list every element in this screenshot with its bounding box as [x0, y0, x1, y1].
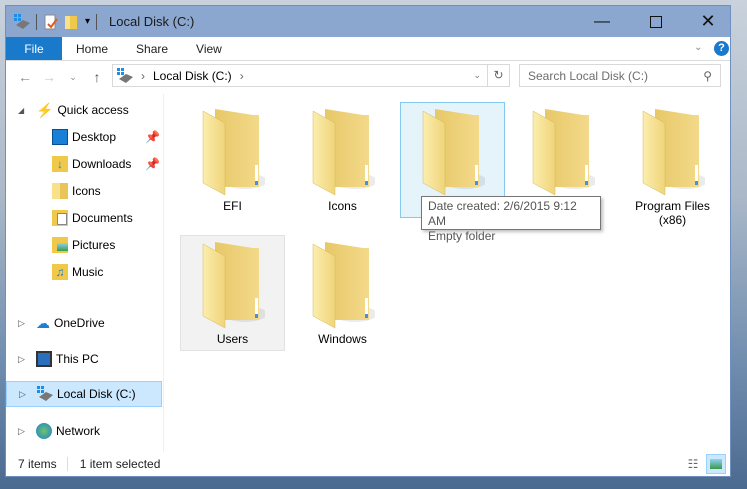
folder-icon — [291, 240, 394, 330]
folder-item[interactable]: EFI — [180, 102, 285, 218]
details-view-button[interactable]: ☷ — [683, 454, 703, 474]
address-path[interactable]: Local Disk (C:) — [153, 69, 232, 83]
sidebar-item-this-pc[interactable]: ▷ This PC — [6, 346, 162, 372]
lightning-icon: ⚡ — [36, 101, 54, 118]
properties-icon[interactable] — [43, 14, 59, 30]
sidebar-label: Quick access — [57, 103, 129, 117]
folder-icon — [52, 183, 68, 199]
sidebar-label: Downloads — [72, 157, 132, 171]
window-title: Local Disk (C:) — [109, 14, 195, 29]
folder-name: Program Files (x86) — [635, 199, 710, 227]
network-icon — [36, 423, 52, 439]
new-folder-icon[interactable] — [63, 14, 79, 30]
search-placeholder: Search Local Disk (C:) — [528, 68, 649, 83]
explorer-window: ▾ Local Disk (C:) — ✕ File Home Share Vi… — [5, 5, 731, 477]
folder-item[interactable]: Windows — [290, 235, 395, 351]
tab-view[interactable]: View — [182, 37, 236, 60]
maximize-button[interactable] — [633, 6, 679, 37]
sidebar-label: This PC — [56, 352, 99, 366]
title-bar: ▾ Local Disk (C:) — ✕ — [6, 6, 730, 37]
folder-icon — [291, 107, 394, 197]
file-view: EFI Icons Program Files (x86) Users Windows D… — [168, 94, 730, 452]
chevron-right-icon: › — [141, 68, 145, 83]
sidebar-label: Icons — [72, 184, 101, 198]
pin-icon[interactable]: 📌 — [145, 130, 160, 144]
folder-icon — [181, 240, 284, 330]
navigation-bar: ← → ⌄ ↑ › Local Disk (C:) › ⌄ ↻ Search L… — [6, 61, 730, 93]
folder-name: EFI — [223, 199, 242, 213]
navigation-pane: ◢ ⚡ Quick access Desktop 📌 ↓ Downloads 📌 Icon… — [6, 94, 164, 452]
expand-ribbon-icon[interactable]: ⌄ — [694, 42, 702, 53]
folder-icon — [181, 107, 284, 197]
help-icon[interactable]: ? — [714, 41, 729, 56]
folder-icon — [511, 107, 614, 197]
downloads-icon: ↓ — [52, 156, 68, 172]
sidebar-item-desktop[interactable]: Desktop 📌 — [6, 124, 162, 150]
tab-home[interactable]: Home — [62, 37, 122, 60]
back-button[interactable]: ← — [13, 69, 37, 85]
customize-toolbar-icon[interactable]: ▾ — [85, 16, 90, 27]
computer-icon — [36, 351, 52, 367]
tab-file[interactable]: File — [6, 37, 62, 60]
tab-share[interactable]: Share — [122, 37, 182, 60]
folder-item[interactable]: Icons — [290, 102, 395, 218]
sidebar-label: Network — [56, 424, 101, 438]
chevron-right-icon[interactable]: › — [240, 69, 244, 83]
sidebar-label: Pictures — [72, 238, 116, 252]
forward-button[interactable]: → — [37, 69, 61, 85]
sidebar-label: OneDrive — [54, 316, 105, 330]
sidebar-item-quick-access[interactable]: ◢ ⚡ Quick access — [6, 97, 162, 123]
pin-icon[interactable]: 📌 — [145, 157, 160, 171]
sidebar-item-downloads[interactable]: ↓ Downloads 📌 — [6, 151, 162, 177]
search-input[interactable]: Search Local Disk (C:) ⚲ — [519, 64, 721, 87]
sidebar-label: Music — [72, 265, 104, 279]
sidebar-label: Local Disk (C:) — [57, 387, 136, 401]
drive-icon — [37, 386, 53, 402]
sidebar-item-pictures[interactable]: Pictures — [6, 232, 162, 258]
tooltip: Date created: 2/6/2015 9:12 AM Empty fold… — [421, 196, 601, 243]
music-icon: ♫ — [52, 264, 68, 280]
folder-item[interactable]: Program Files (x86) — [620, 102, 725, 227]
address-dropdown-icon[interactable]: ⌄ — [473, 70, 481, 81]
search-icon: ⚲ — [703, 68, 712, 83]
folder-name: Icons — [328, 199, 357, 213]
drive-icon — [14, 13, 30, 30]
sidebar-item-music[interactable]: ♫ Music — [6, 259, 162, 285]
sidebar-item-onedrive[interactable]: ▷ ☁ OneDrive — [6, 310, 162, 336]
large-icons-view-button[interactable] — [706, 454, 726, 474]
ribbon: File Home Share View ⌄ ? — [6, 37, 730, 61]
refresh-button[interactable]: ↻ — [487, 65, 509, 86]
status-bar: 7 items 1 item selected ☷ — [6, 452, 730, 476]
folder-name: Users — [216, 332, 249, 346]
item-count: 7 items — [18, 457, 57, 471]
sidebar-item-local-disk[interactable]: ▷ Local Disk (C:) — [6, 381, 162, 407]
desktop-icon — [52, 129, 68, 145]
close-button[interactable]: ✕ — [685, 6, 731, 37]
cloud-icon: ☁ — [36, 314, 50, 331]
sidebar-item-icons[interactable]: Icons — [6, 178, 162, 204]
drive-icon — [117, 67, 133, 84]
sidebar-item-documents[interactable]: Documents — [6, 205, 162, 231]
documents-icon — [52, 210, 68, 226]
pictures-icon — [52, 237, 68, 253]
tooltip-type: Empty folder — [428, 229, 496, 243]
folder-item[interactable]: Users — [180, 235, 285, 351]
tooltip-date: Date created: 2/6/2015 9:12 AM — [428, 199, 577, 228]
folder-icon — [401, 107, 504, 197]
folder-name: Windows — [318, 332, 367, 346]
minimize-button[interactable]: — — [579, 6, 625, 37]
up-button[interactable]: ↑ — [85, 69, 109, 85]
sidebar-label: Documents — [72, 211, 133, 225]
folder-icon — [621, 107, 724, 197]
sidebar-item-network[interactable]: ▷ Network — [6, 418, 162, 444]
address-bar[interactable]: › Local Disk (C:) › ⌄ ↻ — [112, 64, 510, 87]
sidebar-label: Desktop — [72, 130, 117, 144]
recent-locations-button[interactable]: ⌄ — [61, 72, 85, 83]
selection-count: 1 item selected — [66, 457, 160, 471]
